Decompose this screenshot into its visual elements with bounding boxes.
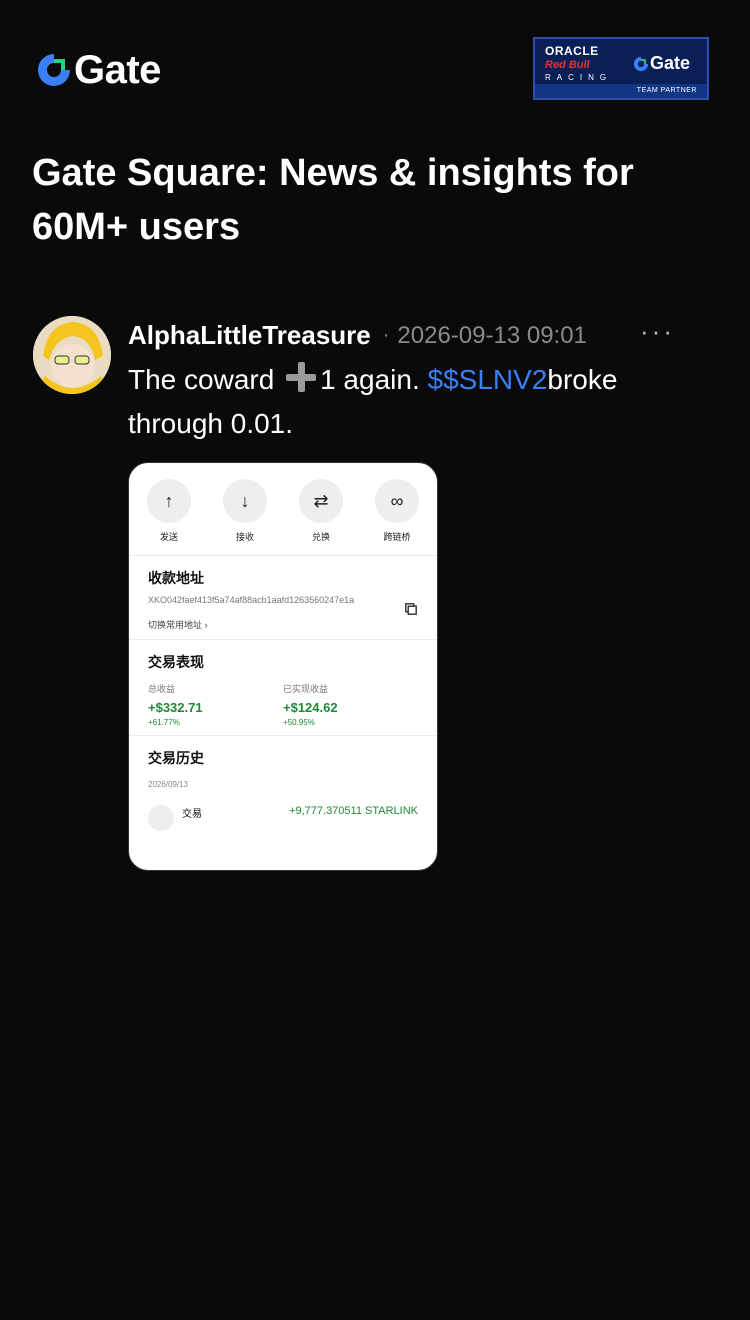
history-date: 2026/09/13 <box>148 780 189 789</box>
partner-line3: RACING <box>545 73 613 82</box>
separator-dot: · <box>382 324 390 346</box>
wallet-address: XKO042faef413f5a74af88acb1aafd1263560247… <box>148 595 355 605</box>
more-options-button[interactable]: ··· <box>640 318 684 346</box>
plus-icon <box>284 360 318 394</box>
partner-line2: Red Bull <box>545 59 590 71</box>
switch-address-link: 切换常用地址 › <box>148 620 208 630</box>
transaction-row: 交易 +9,777.370511 STARLINK <box>148 805 418 831</box>
bridge-icon: ∞ <box>375 479 419 523</box>
copy-icon <box>405 603 417 615</box>
address-title: 收款地址 <box>148 570 204 586</box>
arrow-down-icon: ↓ <box>223 479 267 523</box>
logo-text: Gate <box>74 48 161 92</box>
partner-footer: TEAM PARTNER <box>535 84 707 98</box>
address-section: 收款地址 XKO042faef413f5a74af88acb1aafd12635… <box>129 556 437 639</box>
gate-logo[interactable]: Gate <box>36 50 161 90</box>
history-title: 交易历史 <box>148 750 204 766</box>
total-profit: 总收益 +$332.71 +61.77% <box>148 682 283 727</box>
partner-line1: ORACLE <box>545 44 599 58</box>
total-profit-pct: +61.77% <box>148 718 180 727</box>
action-label: 接收 <box>235 532 254 542</box>
avatar-image <box>33 316 111 394</box>
post-image[interactable]: ↑ 发送 ↓ 接收 ⇄ 兑换 ∞ 跨链桥 收款地址 XKO042faef413f… <box>128 462 438 871</box>
performance-title: 交易表现 <box>148 654 204 670</box>
arrow-up-icon: ↑ <box>147 479 191 523</box>
action-send: ↑ 发送 <box>134 479 204 543</box>
avatar[interactable] <box>33 316 111 394</box>
performance-section: 交易表现 总收益 +$332.71 +61.77% 已实现收益 +$124.62… <box>129 640 437 735</box>
realized-profit-pct: +50.95% <box>283 718 315 727</box>
total-profit-label: 总收益 <box>148 684 176 694</box>
post-timestamp: 2026-09-13 09:01 <box>397 321 587 349</box>
realized-profit: 已实现收益 +$124.62 +50.95% <box>283 682 418 727</box>
action-bridge: ∞ 跨链桥 <box>362 479 432 543</box>
post-text: The coward 1 again. $$SLNV2broke through… <box>128 358 688 446</box>
swap-icon: ⇄ <box>299 479 343 523</box>
history-section: 交易历史 2026/09/13 交易 +9,777.370511 STARLIN… <box>129 736 437 831</box>
gate-small-icon <box>633 56 649 71</box>
realized-profit-value: +$124.62 <box>283 700 338 715</box>
action-label: 发送 <box>159 532 178 542</box>
action-label: 跨链桥 <box>383 532 411 542</box>
username[interactable]: AlphaLittleTreasure <box>128 320 371 351</box>
partner-gate-text: Gate <box>650 53 691 73</box>
total-profit-value: +$332.71 <box>148 700 203 715</box>
team-partner-badge[interactable]: ORACLE Red Bull RACING Gate TEAM PARTNER <box>533 37 709 100</box>
ticker-link[interactable]: $$SLNV2 <box>428 364 548 395</box>
transaction-icon <box>148 805 174 831</box>
action-swap: ⇄ 兑换 <box>286 479 356 543</box>
wallet-actions: ↑ 发送 ↓ 接收 ⇄ 兑换 ∞ 跨链桥 <box>129 463 437 543</box>
post-header: AlphaLittleTreasure · 2026-09-13 09:01 <box>128 320 587 351</box>
gate-logo-icon <box>38 54 70 86</box>
transaction-value: +9,777.370511 STARLINK <box>289 805 418 817</box>
partner-gate-logo: Gate <box>633 53 690 74</box>
realized-profit-label: 已实现收益 <box>283 684 329 694</box>
post-text-part1: The coward <box>128 364 275 395</box>
performance-values: 总收益 +$332.71 +61.77% 已实现收益 +$124.62 +50.… <box>148 682 418 727</box>
post-text-part2: 1 again. <box>320 364 420 395</box>
transaction-label: 交易 <box>182 809 202 820</box>
action-receive: ↓ 接收 <box>210 479 280 543</box>
header: Gate ORACLE Red Bull RACING Gate TEAM PA… <box>0 0 750 130</box>
page-headline: Gate Square: News & insights for 60M+ us… <box>32 152 634 248</box>
action-label: 兑换 <box>311 532 330 542</box>
